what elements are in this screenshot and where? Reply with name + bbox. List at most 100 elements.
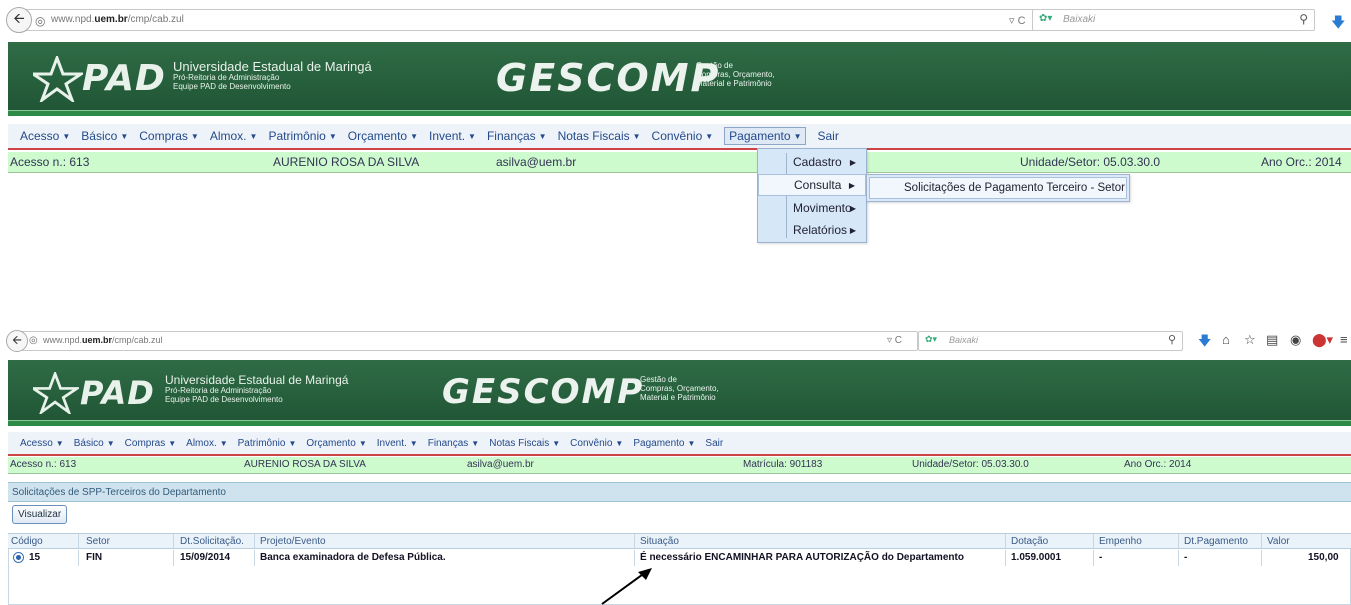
caret-down-icon: ▼ <box>168 438 177 448</box>
globe-icon: ◎ <box>35 14 46 28</box>
col-dotacao[interactable]: Dotação <box>1011 536 1048 547</box>
menu-convenio[interactable]: Convênio ▼ <box>570 438 623 449</box>
user-info-bar: Acesso n.: 613 AURENIO ROSA DA SILVA asi… <box>8 457 1351 474</box>
menu-compras[interactable]: Compras ▼ <box>139 129 199 143</box>
pad-logo: PAD <box>82 58 166 99</box>
menu-icon[interactable]: ≡ <box>1340 332 1348 347</box>
menu-invent[interactable]: Invent. ▼ <box>377 438 418 449</box>
menu-pagamento[interactable]: Pagamento ▼ <box>724 127 807 145</box>
gescomp-subtitle: Gestão de Compras, Orçamento, Material e… <box>640 375 719 402</box>
info-matricula: Matrícula: 901183 <box>743 459 823 470</box>
back-button[interactable]: 🡨 <box>6 330 28 352</box>
banner-stripe <box>8 110 1351 116</box>
col-valor[interactable]: Valor <box>1267 536 1290 547</box>
search-engine-icon[interactable]: ✿▾ <box>1039 13 1052 24</box>
col-divider <box>1261 534 1262 548</box>
col-dt-pagamento[interactable]: Dt.Pagamento <box>1184 536 1248 547</box>
url-text: www.npd.uem.br/cmp/cab.zul <box>51 14 184 25</box>
addon-icon[interactable]: ⬤▾ <box>1312 332 1333 348</box>
search-icon[interactable]: ⚲ <box>1299 12 1308 26</box>
col-divider <box>1093 550 1094 566</box>
dropdown-consulta[interactable]: Consulta ▶ <box>758 174 866 196</box>
col-divider <box>1005 534 1006 548</box>
search-placeholder: Baixaki <box>949 335 979 345</box>
menu-compras[interactable]: Compras ▼ <box>125 438 177 449</box>
reload-icon[interactable]: ▿ C <box>887 335 902 346</box>
gescomp-title: GESCOMP <box>442 372 645 412</box>
dropdown-movimento[interactable]: Movimento ▶ <box>758 197 866 219</box>
menu-notas-fiscais[interactable]: Notas Fiscais ▼ <box>558 129 641 143</box>
col-setor[interactable]: Setor <box>86 536 110 547</box>
caret-down-icon: ▼ <box>328 131 337 141</box>
url-text: www.npd.uem.br/cmp/cab.zul <box>43 335 163 345</box>
menu-orcamento[interactable]: Orçamento ▼ <box>348 129 418 143</box>
info-email: asilva@uem.br <box>467 459 534 470</box>
cell-valor: 150,00 <box>1308 552 1339 563</box>
eye-icon[interactable]: ◉ <box>1290 332 1301 348</box>
search-engine-icon[interactable]: ✿▾ <box>925 334 937 345</box>
university-text: Universidade Estadual de Maringá Pró-Rei… <box>173 59 372 92</box>
search-box[interactable]: ✿▾ Baixaki ⚲ <box>918 331 1183 351</box>
menu-patrimonio[interactable]: Patrimônio ▼ <box>238 438 297 449</box>
info-user: AURENIO ROSA DA SILVA <box>273 155 420 169</box>
menu-almox[interactable]: Almox. ▼ <box>186 438 227 449</box>
cell-dotacao: 1.059.0001 <box>1011 552 1062 563</box>
address-bar[interactable]: ◎ www.npd.uem.br/cmp/cab.zul ▿ C <box>20 9 1036 31</box>
info-acesso: Acesso n.: 613 <box>10 459 77 470</box>
cell-empenho: - <box>1099 552 1103 563</box>
dropdown-cadastro[interactable]: Cadastro ▶ <box>758 151 866 173</box>
banner-stripe <box>8 420 1351 426</box>
search-placeholder: Baixaki <box>1063 14 1096 25</box>
address-bar[interactable]: ◎ www.npd.uem.br/cmp/cab.zul ▿ C <box>18 331 918 351</box>
pad-star-logo-icon <box>33 372 79 414</box>
caret-down-icon: ▼ <box>468 131 476 141</box>
gescomp-subtitle: Gestão de Compras, Orçamento, Material e… <box>696 61 775 88</box>
menu-sair[interactable]: Sair <box>817 129 838 143</box>
menu-orcamento[interactable]: Orçamento ▼ <box>306 438 366 449</box>
menu-convenio[interactable]: Convênio ▼ <box>652 129 714 143</box>
row-select-radio[interactable] <box>13 552 24 563</box>
caret-down-icon: ▼ <box>409 438 418 448</box>
caret-down-icon: ▼ <box>106 438 115 448</box>
menu-financas[interactable]: Finanças ▼ <box>428 438 480 449</box>
col-divider <box>173 550 174 566</box>
search-box[interactable]: ✿▾ Baixaki ⚲ <box>1032 9 1315 31</box>
col-projeto[interactable]: Projeto/Evento <box>260 536 326 547</box>
caret-down-icon: ▼ <box>632 131 641 141</box>
home-icon[interactable]: ⌂ <box>1222 332 1230 347</box>
menu-basico[interactable]: Básico ▼ <box>81 129 128 143</box>
col-situacao[interactable]: Situação <box>640 536 679 547</box>
menu-invent[interactable]: Invent. ▼ <box>429 129 476 143</box>
menu-almox[interactable]: Almox. ▼ <box>210 129 258 143</box>
visualizar-button[interactable]: Visualizar <box>12 505 68 524</box>
back-button[interactable]: 🡨 <box>6 7 32 33</box>
col-dt-solicitacao[interactable]: Dt.Solicitação. <box>180 536 244 547</box>
bookmarks-icon[interactable]: ▤ <box>1266 332 1278 348</box>
menu-sair[interactable]: Sair <box>705 438 723 449</box>
caret-down-icon: ▼ <box>615 438 624 448</box>
cell-projeto: Banca examinadora de Defesa Pública. <box>260 552 446 563</box>
annotation-arrow-icon <box>601 568 652 605</box>
submenu-solicitacoes-pagamento[interactable]: Solicitações de Pagamento Terceiro - Set… <box>869 177 1127 199</box>
bookmark-star-icon[interactable]: ☆ <box>1244 332 1256 348</box>
col-codigo[interactable]: Código <box>11 536 43 547</box>
menu-acesso[interactable]: Acesso ▼ <box>20 438 64 449</box>
dropdown-relatorios[interactable]: Relatórios ▶ <box>758 219 866 241</box>
menu-notas-fiscais[interactable]: Notas Fiscais ▼ <box>489 438 560 449</box>
reload-icon[interactable]: ▿ C <box>1009 14 1026 27</box>
menu-pagamento[interactable]: Pagamento ▼ <box>633 438 695 449</box>
menu-financas[interactable]: Finanças ▼ <box>487 129 547 143</box>
download-icon[interactable]: 🡇 <box>1331 12 1345 36</box>
download-icon[interactable]: 🡇 <box>1198 332 1211 354</box>
pagamento-dropdown: Cadastro ▶ Consulta ▶ Movimento ▶ Relatório… <box>757 148 867 243</box>
results-table: Código Setor Dt.Solicitação. Projeto/Eve… <box>8 533 1351 567</box>
col-divider <box>78 534 79 548</box>
table-row[interactable]: 15 FIN 15/09/2014 Banca examinadora de D… <box>8 550 1351 566</box>
globe-icon: ◎ <box>29 335 38 346</box>
caret-down-icon: ▼ <box>190 131 199 141</box>
menu-patrimonio[interactable]: Patrimônio ▼ <box>268 129 336 143</box>
menu-acesso[interactable]: Acesso ▼ <box>20 129 70 143</box>
search-icon[interactable]: ⚲ <box>1168 333 1176 346</box>
col-empenho[interactable]: Empenho <box>1099 536 1142 547</box>
menu-basico[interactable]: Básico ▼ <box>74 438 115 449</box>
